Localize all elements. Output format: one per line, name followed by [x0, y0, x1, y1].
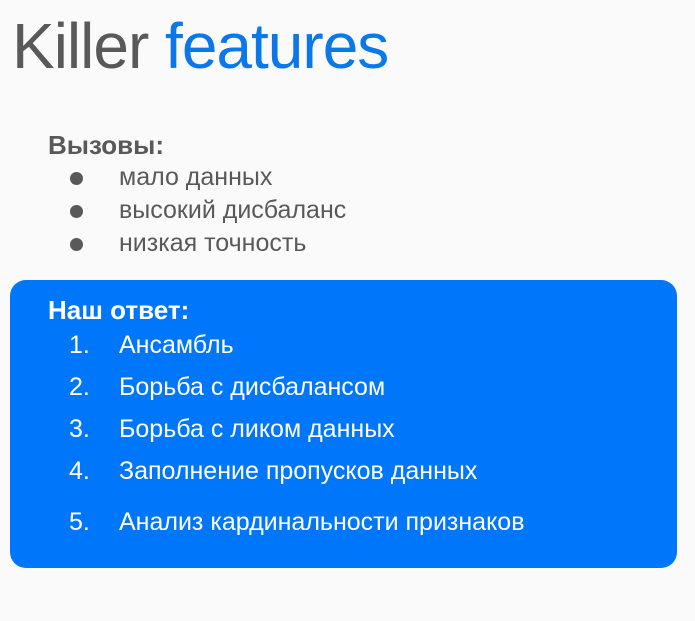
bullet-dot-icon: [70, 205, 83, 218]
answer-item-text: Заполнение пропусков данных: [119, 457, 478, 485]
answer-item-number: 2.: [69, 373, 90, 401]
challenge-item: высокий дисбаланс: [48, 194, 648, 227]
challenge-item-text: мало данных: [119, 163, 273, 191]
challenges-section: Вызовы: мало данных высокий дисбаланс ни…: [48, 129, 648, 260]
challenge-item-text: высокий дисбаланс: [119, 196, 347, 224]
slide-title: Killer features: [12, 6, 389, 86]
answer-item-text: Борьба с ликом данных: [119, 415, 395, 443]
answer-item-text: Ансамбль: [119, 331, 234, 359]
answer-item-number: 4.: [69, 457, 90, 485]
answer-item-number: 3.: [69, 415, 90, 443]
challenges-heading: Вызовы:: [48, 130, 164, 160]
challenge-item: низкая точность: [48, 227, 648, 260]
answer-item-text: Анализ кардинальности признаков: [119, 508, 525, 536]
bullet-dot-icon: [70, 238, 83, 251]
answer-item-number: 1.: [69, 331, 90, 359]
bullet-dot-icon: [70, 172, 83, 185]
title-word-features: features: [165, 10, 389, 82]
challenge-item-text: низкая точность: [119, 229, 307, 257]
answer-box: Наш ответ: 1. Ансамбль 2. Борьба с дисба…: [10, 280, 677, 568]
title-word-killer: Killer: [12, 10, 149, 82]
challenge-item: мало данных: [48, 161, 648, 194]
answer-item-number: 5.: [69, 508, 90, 536]
answer-heading: Наш ответ:: [48, 295, 190, 325]
answer-item-text: Борьба с дисбалансом: [119, 373, 386, 401]
